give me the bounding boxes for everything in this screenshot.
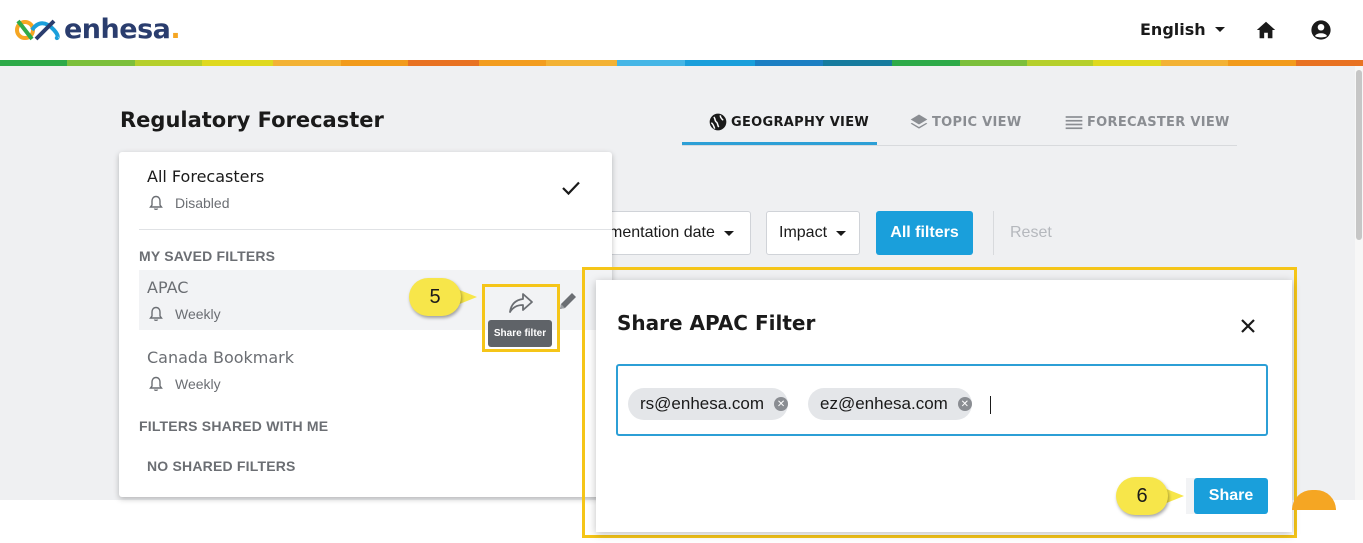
shared-filters-heading: FILTERS SHARED WITH ME (139, 418, 329, 434)
tab-topic-view[interactable]: TOPIC VIEW (909, 112, 1021, 132)
highlight-share-filter (482, 284, 560, 352)
language-caret-icon[interactable] (1215, 27, 1225, 32)
globe-icon (709, 113, 727, 131)
filter-divider (993, 211, 994, 255)
email-chip-text: rs@enhesa.com (640, 394, 765, 413)
saved-filter-apac-frequency: Weekly (149, 306, 221, 322)
saved-filter-canada-frequency-text: Weekly (175, 376, 221, 392)
saved-filter-apac-name[interactable]: APAC (147, 278, 188, 297)
tab-geography-view[interactable]: GEOGRAPHY VIEW (708, 112, 869, 132)
modal-title: Share APAC Filter (617, 311, 816, 335)
callout-step-5-label: 5 (409, 278, 461, 316)
impact-filter[interactable]: Impact (766, 211, 860, 255)
home-icon[interactable] (1255, 19, 1277, 41)
saved-filter-canada-frequency: Weekly (149, 376, 221, 392)
share-filter-modal: Share APAC Filter rs@enhesa.com ✕ ez@enh… (596, 280, 1292, 532)
view-tabs: GEOGRAPHY VIEW TOPIC VIEW FORECASTER VIE… (682, 100, 1237, 146)
scrollbar-thumb[interactable] (1356, 70, 1362, 240)
implementation-date-label: mentation date (609, 224, 715, 241)
saved-filter-canada-name[interactable]: Canada Bookmark (147, 348, 294, 367)
tab-topic-label: TOPIC VIEW (932, 114, 1022, 130)
saved-filter-apac-frequency-text: Weekly (175, 306, 221, 322)
bell-icon (149, 376, 163, 392)
list-lines-icon (1065, 116, 1083, 130)
email-recipients-input[interactable]: rs@enhesa.com ✕ ez@enhesa.com ✕ (616, 364, 1268, 436)
page-title: Regulatory Forecaster (120, 108, 384, 132)
callout-step-6-label: 6 (1116, 477, 1168, 515)
email-chip: ez@enhesa.com ✕ (808, 388, 972, 420)
reset-button[interactable]: Reset (1010, 224, 1052, 242)
saved-filters-heading: MY SAVED FILTERS (139, 248, 276, 264)
remove-email-icon[interactable]: ✕ (957, 397, 972, 411)
chevron-down-icon (723, 230, 734, 236)
layers-icon (910, 114, 928, 129)
text-cursor (990, 396, 991, 414)
email-chip-text: ez@enhesa.com (820, 394, 948, 413)
impact-label: Impact (779, 224, 828, 241)
bell-icon (149, 195, 163, 211)
no-shared-filters-text: NO SHARED FILTERS (147, 458, 296, 474)
all-forecasters-option[interactable]: All Forecasters (147, 167, 264, 186)
remove-email-icon[interactable]: ✕ (774, 397, 789, 411)
callout-step-5: 5 (409, 278, 479, 316)
active-tab-indicator (682, 142, 877, 145)
logo-mark-icon (15, 19, 60, 40)
bell-icon (149, 306, 163, 322)
implementation-date-filter[interactable]: mentation date (588, 211, 751, 255)
user-account-icon[interactable] (1310, 19, 1332, 41)
all-filters-button[interactable]: All filters (876, 211, 973, 255)
enhesa-logo[interactable]: enhesa. (14, 14, 181, 45)
tab-forecaster-view[interactable]: FORECASTER VIEW (1064, 112, 1230, 132)
tab-forecaster-label: FORECASTER VIEW (1087, 114, 1230, 130)
chevron-down-icon (836, 230, 847, 236)
callout-step-6: 6 (1116, 477, 1186, 515)
email-chip: rs@enhesa.com ✕ (628, 388, 789, 420)
dropdown-divider (139, 229, 612, 230)
checkmark-icon (562, 181, 580, 196)
language-selector[interactable]: English (1140, 20, 1206, 39)
share-button[interactable]: Share (1194, 478, 1268, 514)
close-icon[interactable] (1239, 317, 1257, 335)
logo-text: enhesa. (64, 14, 181, 45)
all-forecasters-status-text: Disabled (175, 195, 230, 211)
top-header: enhesa. English (0, 0, 1363, 62)
all-forecasters-status: Disabled (149, 195, 229, 211)
tab-geography-label: GEOGRAPHY VIEW (731, 114, 870, 130)
